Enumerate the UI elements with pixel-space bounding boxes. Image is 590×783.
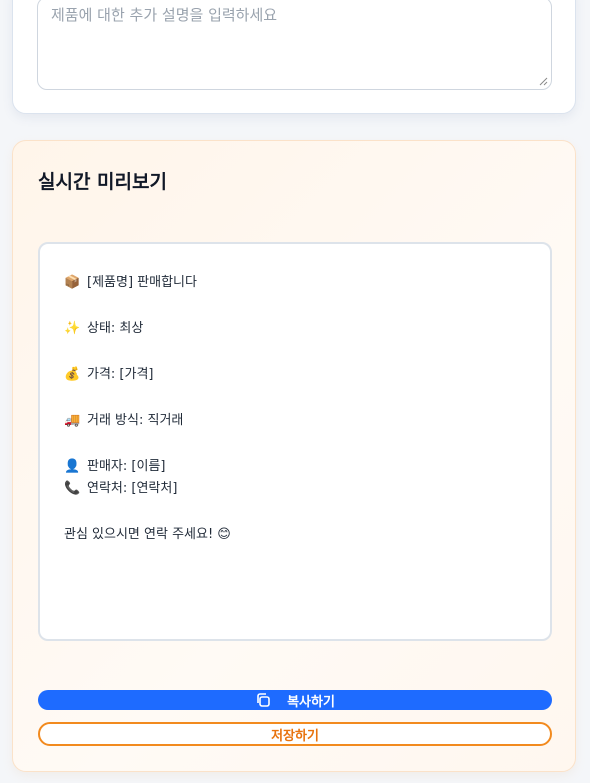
live-preview-card: 실시간 미리보기 📦 [제품명] 판매합니다 ✨ 상태: 최상 💰 가격: [가…	[12, 140, 576, 772]
copy-button-label: 복사하기	[287, 693, 335, 709]
copy-button[interactable]: 복사하기	[38, 690, 552, 710]
preview-line-price: 💰 가격: [가격]	[64, 364, 526, 386]
preview-line-text: [제품명] 판매합니다	[87, 275, 197, 290]
money-bag-icon: 💰	[64, 367, 81, 382]
preview-line-condition: ✨ 상태: 최상	[64, 318, 526, 340]
preview-line-trade-method: 🚚 거래 방식: 직거래	[64, 410, 526, 432]
description-card: 제품에 대한 추가 설명을 입력하세요	[12, 0, 576, 114]
preview-line-text: 판매자: [이름]	[87, 459, 166, 474]
preview-line-text: 가격: [가격]	[87, 367, 154, 382]
description-placeholder: 제품에 대한 추가 설명을 입력하세요	[51, 6, 278, 24]
preview-line-text: 관심 있으시면 연락 주세요! 😊	[64, 527, 231, 542]
copy-icon	[257, 693, 270, 707]
save-button-label: 저장하기	[271, 727, 319, 743]
delivery-truck-icon: 🚚	[64, 413, 81, 428]
resize-handle-icon[interactable]	[539, 77, 548, 86]
description-textarea[interactable]: 제품에 대한 추가 설명을 입력하세요	[37, 0, 552, 90]
sparkles-icon: ✨	[64, 321, 81, 336]
preview-line-contact: 📞 연락처: [연락처]	[64, 478, 526, 500]
preview-line-seller: 👤 판매자: [이름]	[64, 456, 526, 478]
preview-line-text: 연락처: [연락처]	[87, 481, 178, 496]
save-button[interactable]: 저장하기	[38, 722, 552, 746]
preview-line-text: 상태: 최상	[87, 321, 144, 336]
preview-line-closing: 관심 있으시면 연락 주세요! 😊	[64, 524, 526, 546]
package-icon: 📦	[64, 275, 81, 290]
preview-text-box: 📦 [제품명] 판매합니다 ✨ 상태: 최상 💰 가격: [가격] 🚚 거래 방…	[38, 242, 552, 641]
preview-line-text: 거래 방식: 직거래	[87, 413, 184, 428]
preview-line-product: 📦 [제품명] 판매합니다	[64, 272, 526, 294]
phone-icon: 📞	[64, 481, 81, 496]
person-icon: 👤	[64, 459, 81, 474]
preview-title: 실시간 미리보기	[38, 171, 167, 193]
